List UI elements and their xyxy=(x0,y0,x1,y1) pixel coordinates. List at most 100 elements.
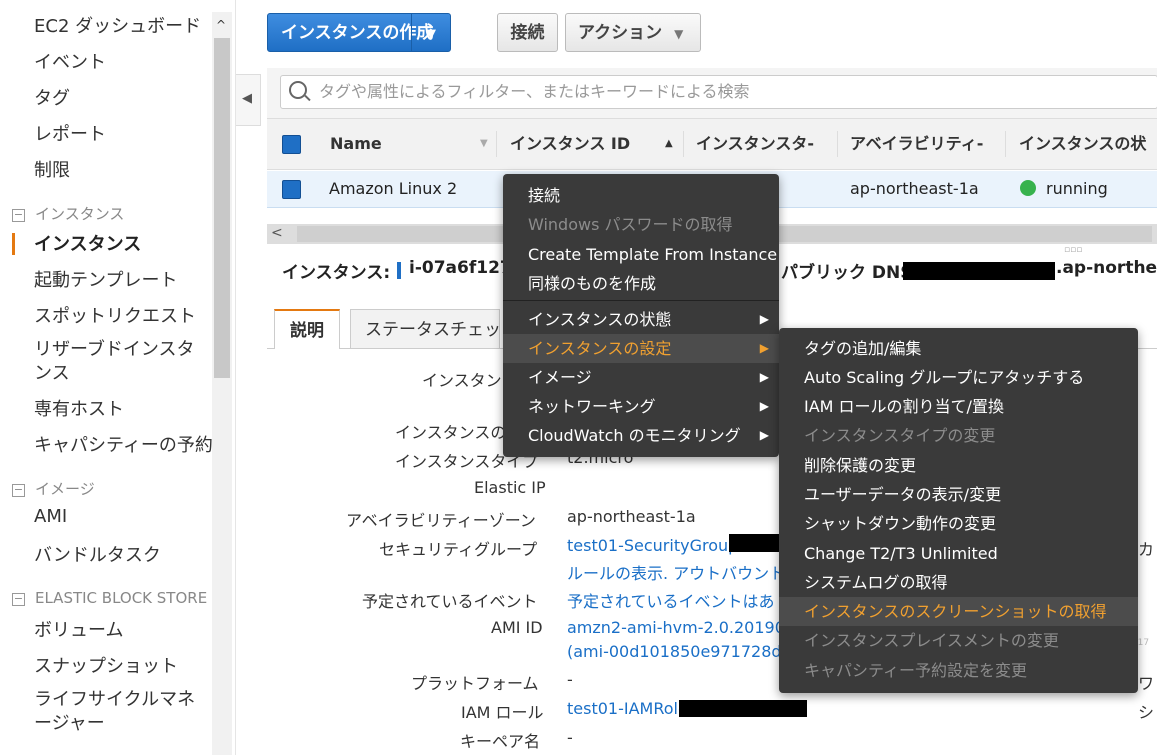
sidebar-section-images[interactable]: − イメージ xyxy=(12,478,95,499)
submenu-item-modify-capacity-reservation: キャパシティー予約設定を変更 xyxy=(779,656,1138,685)
sidebar-scrollbar[interactable]: ^ xyxy=(212,12,232,755)
submenu-item-modify-instance-placement: インスタンスプレイスメントの変更 xyxy=(779,626,1138,655)
menu-item-launch-more-like-this[interactable]: 同様のものを作成 xyxy=(503,269,779,298)
value-iam-role[interactable]: test01-IAMRole xyxy=(567,699,688,718)
sidebar-item-ec2-dashboard[interactable]: EC2 ダッシュボード xyxy=(34,12,201,38)
sidebar-item-events[interactable]: イベント xyxy=(34,48,106,74)
column-instance-state[interactable]: インスタンスの状 xyxy=(1006,119,1156,169)
submenu-item-view-change-user-data[interactable]: ユーザーデータの表示/変更 xyxy=(779,480,1138,509)
search-input[interactable] xyxy=(317,81,1141,102)
label-platform: プラットフォーム xyxy=(411,674,539,693)
value-ami-name[interactable]: amzn2-ami-hvm-2.0.2019050 xyxy=(567,618,805,637)
sidebar-item-instances[interactable]: インスタンス xyxy=(34,230,141,256)
menu-item-instance-settings[interactable]: インスタンスの設定 ▶ xyxy=(503,334,779,363)
menu-item-instance-state[interactable]: インスタンスの状態 ▶ xyxy=(503,305,779,334)
section-label: イメージ xyxy=(35,480,95,498)
label-scheduled-events: 予定されているイベント xyxy=(362,592,538,611)
sidebar-item-lifecycle-manager[interactable]: ライフサイクルマネージャー xyxy=(34,688,212,736)
column-name[interactable]: Name ▼ xyxy=(312,119,497,169)
create-instance-dropdown[interactable]: ▼ xyxy=(411,14,450,51)
column-instance-type[interactable]: インスタンスタ- xyxy=(684,119,838,169)
sidebar-item-capacity-reservations[interactable]: キャパシティーの予約 xyxy=(34,431,213,457)
submenu-item-change-shutdown-behavior[interactable]: シャットダウン動作の変更 xyxy=(779,509,1138,538)
view-rules-link[interactable]: ルールの表示. アウトバウント xyxy=(567,560,785,584)
value-security-group[interactable]: test01-SecurityGroup- xyxy=(567,536,744,555)
sort-asc-icon: ▲ xyxy=(665,138,673,149)
public-dns-label: パブリック DNS: xyxy=(781,263,920,283)
select-all-checkbox[interactable] xyxy=(282,135,301,154)
caret-down-icon: ▼ xyxy=(426,27,436,42)
sidebar-item-limits[interactable]: 制限 xyxy=(34,156,70,182)
menu-label: CloudWatch のモニタリング xyxy=(528,426,741,445)
collapse-icon: − xyxy=(12,483,25,497)
sidebar-section-instances[interactable]: − インスタンス xyxy=(12,203,124,224)
sidebar-item-snapshots[interactable]: スナップショット xyxy=(34,652,178,678)
column-instance-id[interactable]: インスタンス ID ▲ xyxy=(497,119,684,169)
menu-label: Auto Scaling グループにアタッチする xyxy=(804,368,1085,387)
resize-handle-icon[interactable]: ▫▫▫ xyxy=(1064,245,1082,255)
menu-label: イメージ xyxy=(528,368,592,387)
menu-label: シャットダウン動作の変更 xyxy=(804,514,997,533)
instance-settings-submenu: タグの追加/編集 Auto Scaling グループにアタッチする IAM ロー… xyxy=(779,328,1138,693)
menu-item-image[interactable]: イメージ ▶ xyxy=(503,363,779,392)
sidebar-collapse-button[interactable]: ◀ xyxy=(236,74,261,126)
menu-item-create-template[interactable]: Create Template From Instance xyxy=(503,240,779,269)
sidebar: EC2 ダッシュボード イベント タグ レポート 制限 − インスタンス インスタ… xyxy=(0,0,236,755)
menu-item-cloudwatch-monitoring[interactable]: CloudWatch のモニタリング ▶ xyxy=(503,421,779,450)
submenu-item-add-edit-tags[interactable]: タグの追加/編集 xyxy=(779,334,1138,363)
tab-status-checks[interactable]: ステータスチェック xyxy=(350,309,500,349)
label-elastic-ip: Elastic IP xyxy=(474,478,546,497)
sidebar-item-tags[interactable]: タグ xyxy=(34,84,70,110)
menu-item-get-windows-password: Windows パスワードの取得 xyxy=(503,210,779,239)
edge-text-right: ワ xyxy=(1138,674,1155,693)
row-checkbox[interactable] xyxy=(282,180,301,199)
submenu-item-change-termination-protection[interactable]: 削除保護の変更 xyxy=(779,451,1138,480)
connect-button[interactable]: 接続 xyxy=(497,13,558,52)
value-scheduled-events[interactable]: 予定されているイベントはあ xyxy=(567,588,775,612)
value-key-pair: - xyxy=(567,728,573,747)
chevron-right-icon: ▶ xyxy=(759,312,769,326)
menu-label: インスタンスの設定 xyxy=(528,339,672,358)
label-iam-role: IAM ロール xyxy=(461,703,544,722)
active-indicator xyxy=(12,233,15,255)
submenu-item-get-instance-screenshot[interactable]: インスタンスのスクリーンショットの取得 xyxy=(779,597,1138,626)
scrollbar-thumb[interactable] xyxy=(214,38,230,378)
column-label: Name xyxy=(330,134,382,153)
chevron-right-icon: ▶ xyxy=(759,341,769,355)
sidebar-item-ami[interactable]: AMI xyxy=(34,506,67,527)
section-label: ELASTIC BLOCK STORE xyxy=(35,589,208,607)
submenu-item-attach-replace-iam-role[interactable]: IAM ロールの割り当て/置換 xyxy=(779,392,1138,421)
menu-label: ネットワーキング xyxy=(528,397,656,416)
chevron-up-icon[interactable]: ^ xyxy=(216,18,226,32)
column-label: インスタンス ID xyxy=(510,134,631,153)
chevron-left-icon[interactable]: < xyxy=(271,225,283,241)
actions-button[interactable]: アクション ▼ xyxy=(565,13,701,52)
sidebar-item-volumes[interactable]: ボリューム xyxy=(34,616,123,642)
sidebar-item-bundle-tasks[interactable]: バンドルタスク xyxy=(34,541,161,567)
sidebar-item-dedicated-hosts[interactable]: 専有ホスト xyxy=(34,395,124,421)
sidebar-item-reserved-instances[interactable]: リザーブドインスタンス xyxy=(34,338,212,386)
sidebar-item-spot-requests[interactable]: スポットリクエスト xyxy=(34,302,196,328)
menu-item-networking[interactable]: ネットワーキング ▶ xyxy=(503,392,779,421)
menu-label: キャパシティー予約設定を変更 xyxy=(804,661,1028,680)
submenu-item-get-system-log[interactable]: システムログの取得 xyxy=(779,568,1138,597)
tab-description[interactable]: 説明 xyxy=(274,309,340,349)
menu-label: 削除保護の変更 xyxy=(804,456,917,475)
submenu-item-change-t2-t3-unlimited[interactable]: Change T2/T3 Unlimited xyxy=(779,539,1138,568)
value-platform: - xyxy=(567,670,573,689)
create-instance-button[interactable]: インスタンスの作成 ▼ xyxy=(267,13,451,52)
submenu-item-attach-auto-scaling[interactable]: Auto Scaling グループにアタッチする xyxy=(779,363,1138,392)
search-box[interactable] xyxy=(280,75,1157,109)
value-ami-id[interactable]: (ami-00d101850e971728d) xyxy=(567,642,788,661)
value-availability-zone: ap-northeast-1a xyxy=(567,507,696,526)
column-label: インスタンスタ- xyxy=(696,134,815,153)
menu-item-connect[interactable]: 接続 xyxy=(503,181,779,210)
sidebar-item-reports[interactable]: レポート xyxy=(34,120,106,146)
chevron-right-icon: ▶ xyxy=(759,370,769,384)
sort-icon: ▼ xyxy=(480,138,488,149)
edge-text-right: カ xyxy=(1138,540,1155,559)
sidebar-section-ebs[interactable]: − ELASTIC BLOCK STORE xyxy=(12,589,207,607)
chevron-right-icon: ▶ xyxy=(759,428,769,442)
sidebar-item-launch-templates[interactable]: 起動テンプレート xyxy=(34,266,177,292)
column-availability-zone[interactable]: アベイラビリティ- xyxy=(838,119,1006,169)
